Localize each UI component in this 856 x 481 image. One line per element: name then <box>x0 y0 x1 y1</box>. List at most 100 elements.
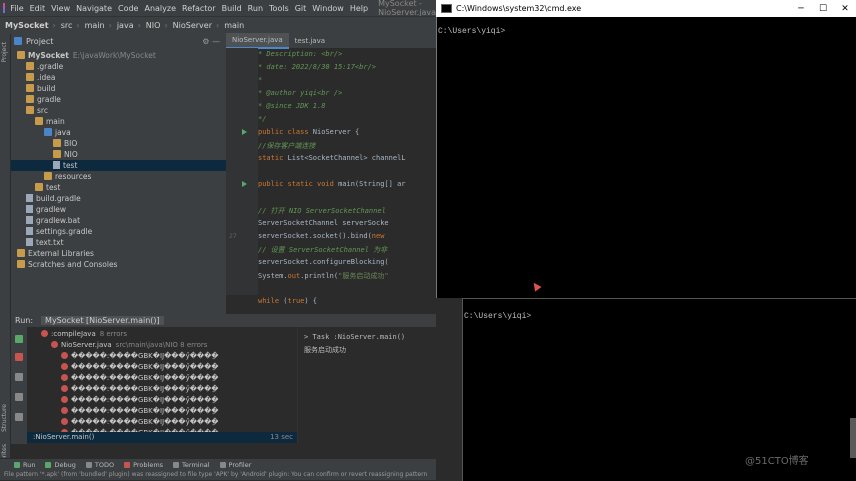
cmd-scrollbar[interactable] <box>850 418 856 458</box>
build-error-row[interactable]: �����:����GBK�Ĳ���ӳ���ַ� <box>61 417 218 428</box>
code-line[interactable]: //保存客户端连接 <box>258 141 315 151</box>
run-task-row[interactable]: :NioServer.main() 13 sec <box>27 432 297 443</box>
code-line[interactable]: serverSocket.socket().bind(new <box>258 232 384 240</box>
build-error-row[interactable]: �����:����GBK�Ĳ���ӳ���ַ� <box>61 373 218 384</box>
tree-item[interactable]: Scratches and Consoles <box>11 259 226 270</box>
code-line[interactable]: System.out.println("服务启动成功" <box>258 271 389 281</box>
code-line[interactable]: while (true) { <box>258 297 317 305</box>
code-line[interactable]: // 打开 NIO ServerSocketChannel <box>258 206 386 216</box>
tree-item[interactable]: main <box>11 116 226 127</box>
tree-item[interactable]: test <box>11 160 226 171</box>
menu-item-code[interactable]: Code <box>118 4 138 13</box>
breadcrumb-item[interactable]: main <box>224 21 244 30</box>
tree-item[interactable]: src <box>11 105 226 116</box>
build-error-row[interactable]: NioServer.java src\main\java\NIO 8 errors <box>51 340 207 351</box>
code-line[interactable]: // 设置 ServerSocketChannel 为非 <box>258 245 387 255</box>
tree-item[interactable]: text.txt <box>11 237 226 248</box>
build-error-row[interactable]: �����:����GBK�Ĳ���ӳ���ַ� <box>61 395 218 406</box>
menu-item-tools[interactable]: Tools <box>269 4 289 13</box>
breadcrumb-item[interactable]: NioServer <box>173 21 212 30</box>
code-line[interactable]: * Description: <br/> <box>258 50 342 58</box>
tool-button-run[interactable]: Run <box>14 461 35 469</box>
build-error-row[interactable]: �����:����GBK�Ĳ���ӳ���ַ� <box>61 406 218 417</box>
breadcrumb-item[interactable]: main <box>85 21 105 30</box>
menu-item-edit[interactable]: Edit <box>30 4 46 13</box>
tree-item-label: gradle <box>37 95 61 104</box>
tree-item[interactable]: build.gradle <box>11 193 226 204</box>
menu-item-run[interactable]: Run <box>248 4 263 13</box>
editor-tab[interactable]: test.java <box>289 34 331 48</box>
tree-item[interactable]: test <box>11 182 226 193</box>
code-line[interactable]: * @author yiqi<br /> <box>258 89 342 97</box>
menu-item-view[interactable]: View <box>51 4 70 13</box>
tool-button-debug[interactable]: Debug <box>45 461 76 469</box>
tree-item[interactable]: .idea <box>11 72 226 83</box>
tree-item[interactable]: resources <box>11 171 226 182</box>
tree-item[interactable]: BIO <box>11 138 226 149</box>
tree-item[interactable]: build <box>11 83 226 94</box>
code-line[interactable]: * @since JDK 1.8 <box>258 102 325 110</box>
tree-item[interactable]: MySocket E:\javaWork\MySocket <box>11 50 226 61</box>
code-line[interactable]: serverSocket.configureBlocking( <box>258 258 389 266</box>
folder-icon <box>35 117 43 125</box>
project-tool-tab[interactable]: Project <box>1 42 8 63</box>
stop-icon[interactable] <box>15 353 23 361</box>
error-icon <box>61 374 68 381</box>
pin-icon[interactable] <box>15 413 23 421</box>
project-icon <box>14 37 22 45</box>
build-error-row[interactable]: �����:����GBK�Ĳ���ӳ���ַ� <box>61 362 218 373</box>
filter-icon[interactable] <box>15 393 23 401</box>
tree-item[interactable]: gradle <box>11 94 226 105</box>
code-line[interactable]: * <box>258 76 262 84</box>
code-line[interactable]: static List<SocketChannel> channelL <box>258 154 406 162</box>
breadcrumb-item[interactable]: src <box>61 21 73 30</box>
view-icon[interactable] <box>15 373 23 381</box>
maximize-button[interactable]: ☐ <box>812 4 834 14</box>
tree-item[interactable]: .gradle <box>11 61 226 72</box>
editor-tab[interactable]: NioServer.java <box>226 33 289 49</box>
structure-tool-tab[interactable]: Structure <box>1 404 8 432</box>
code-line[interactable]: ServerSocketChannel serverSocke <box>258 219 389 227</box>
menu-item-refactor[interactable]: Refactor <box>182 4 216 13</box>
tool-button-problems[interactable]: Problems <box>124 461 163 469</box>
build-error-row[interactable]: :compileJava 8 errors <box>41 329 127 340</box>
breadcrumb-item[interactable]: NIO <box>146 21 161 30</box>
tree-item[interactable]: java <box>11 127 226 138</box>
build-error-row[interactable]: �����:����GBK�Ĳ���ӳ���ַ� <box>61 351 218 362</box>
cmd-window[interactable] <box>436 0 856 298</box>
breadcrumb-item[interactable]: java <box>117 21 134 30</box>
breadcrumb-item[interactable]: MySocket <box>5 21 49 30</box>
gear-icon[interactable]: ⚙ — <box>202 37 220 46</box>
menu-item-git[interactable]: Git <box>295 4 307 13</box>
tree-item[interactable]: settings.gradle <box>11 226 226 237</box>
minimize-button[interactable]: ─ <box>790 4 812 14</box>
tree-item[interactable]: gradlew <box>11 204 226 215</box>
menu-item-file[interactable]: File <box>10 4 23 13</box>
close-button[interactable]: ✕ <box>834 4 856 14</box>
cmd-title-bar[interactable]: C:\Windows\system32\cmd.exe ─ ☐ ✕ <box>436 0 856 17</box>
run-config-tab[interactable]: MySocket [NioServer.main()] <box>41 316 164 325</box>
menu-item-analyze[interactable]: Analyze <box>144 4 176 13</box>
tree-item-path: E:\javaWork\MySocket <box>72 51 156 60</box>
menu-item-build[interactable]: Build <box>222 4 242 13</box>
menu-item-navigate[interactable]: Navigate <box>76 4 112 13</box>
menu-item-window[interactable]: Window <box>312 4 344 13</box>
tree-item[interactable]: NIO <box>11 149 226 160</box>
tool-button-terminal[interactable]: Terminal <box>173 461 210 469</box>
tool-button-todo[interactable]: TODO <box>85 461 114 469</box>
menu-item-help[interactable]: Help <box>350 4 368 13</box>
tool-button-profiler[interactable]: Profiler <box>219 461 251 469</box>
tree-item[interactable]: gradlew.bat <box>11 215 226 226</box>
run-gutter-icon[interactable] <box>242 181 247 187</box>
tree-item[interactable]: External Libraries <box>11 248 226 259</box>
code-line[interactable]: * date: 2022/8/30 15:17<br/> <box>258 63 376 71</box>
run-gutter-icon[interactable] <box>242 129 247 135</box>
project-panel-title[interactable]: Project <box>26 37 53 46</box>
folder-icon <box>53 139 61 147</box>
code-line[interactable]: public class NioServer { <box>258 128 359 136</box>
code-line[interactable]: */ <box>258 115 266 123</box>
build-error-row[interactable]: �����:����GBK�Ĳ���ӳ���ַ� <box>61 384 218 395</box>
code-line[interactable]: public static void main(String[] ar <box>258 180 406 188</box>
rerun-icon[interactable] <box>15 335 23 343</box>
run-console[interactable]: > Task :NioServer.main() 服务启动成功 <box>297 327 437 444</box>
